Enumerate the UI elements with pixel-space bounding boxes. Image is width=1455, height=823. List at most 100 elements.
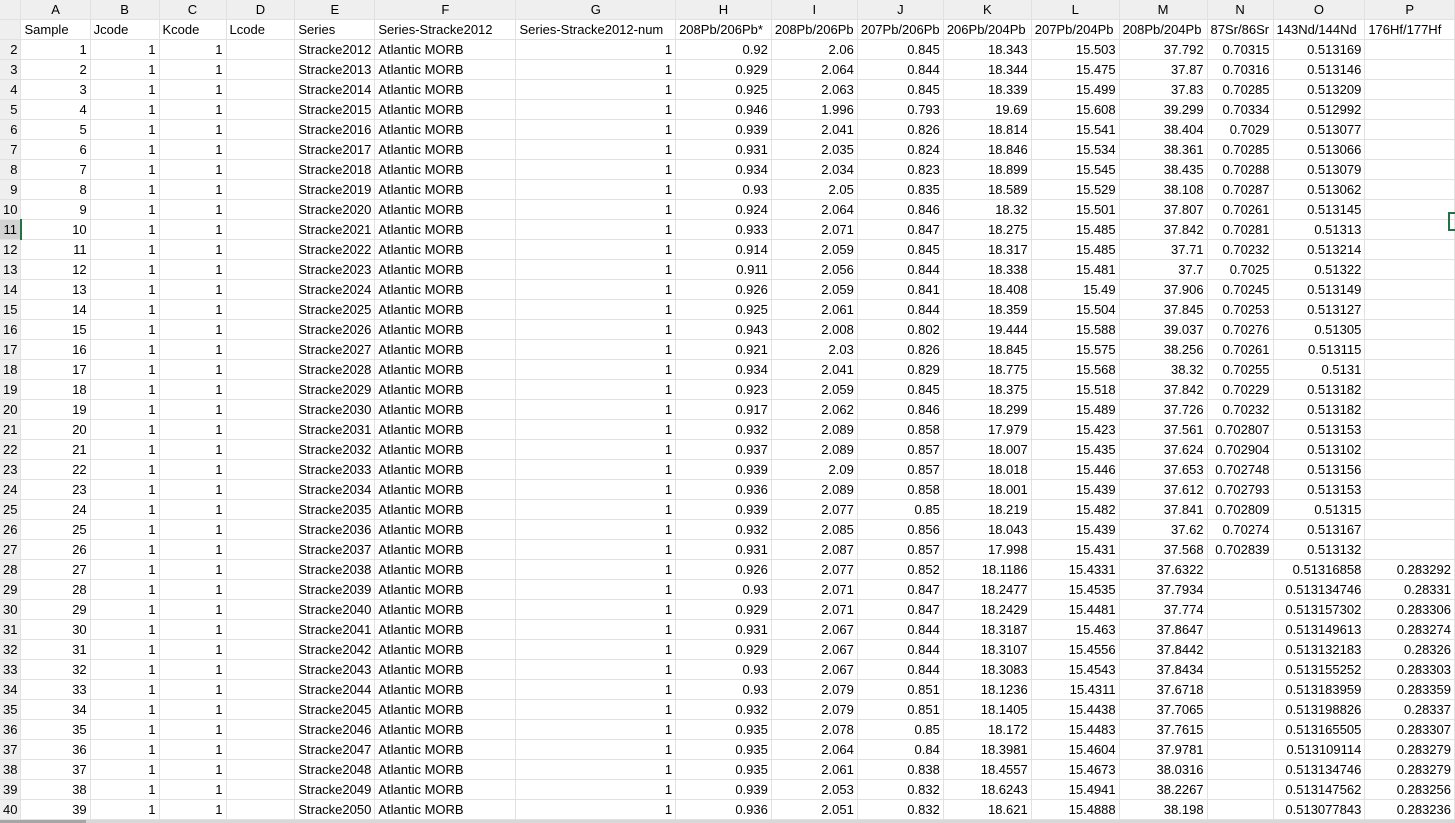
cell[interactable]: 18.3107 [943,639,1032,660]
cell[interactable]: 0.929 [675,59,772,80]
cell[interactable]: 15.4331 [1031,559,1120,580]
cell[interactable]: 37.7934 [1119,579,1208,600]
column-header-e[interactable]: E [294,0,376,20]
cell[interactable]: 1 [90,679,160,700]
cell[interactable]: 0.921 [675,339,772,360]
cell[interactable]: 0.513165505 [1273,719,1366,740]
cell[interactable]: 15.504 [1031,299,1120,320]
cell[interactable]: 1 [159,719,227,740]
row-number[interactable]: 34 [0,679,22,700]
cell[interactable]: 1 [515,519,677,540]
cell[interactable] [226,99,296,120]
cell[interactable]: 1 [159,799,227,820]
cell[interactable]: 15.4941 [1031,779,1120,800]
cell[interactable]: 2.059 [771,239,858,260]
cell[interactable] [226,79,296,100]
cell[interactable] [1364,419,1455,440]
cell[interactable]: 37.8434 [1119,659,1208,680]
cell[interactable]: 1 [515,339,677,360]
cell[interactable]: 0.513157302 [1273,599,1366,620]
cell[interactable]: 18.1186 [943,559,1032,580]
cell[interactable]: 2 [20,59,91,80]
cell[interactable]: 1 [515,639,677,660]
cell[interactable]: 1 [515,379,677,400]
cell[interactable]: 0.28331 [1364,579,1455,600]
cell[interactable]: 0.513109114 [1273,739,1366,760]
cell[interactable]: 2.041 [771,359,858,380]
cell[interactable]: 15.501 [1031,199,1120,220]
cell[interactable]: 0.933 [675,219,772,240]
cell[interactable]: 15.568 [1031,359,1120,380]
cell[interactable]: Atlantic MORB [374,159,517,180]
cell[interactable]: 0.283359 [1364,679,1455,700]
cell[interactable]: 37.845 [1119,299,1208,320]
cell[interactable]: 1 [515,459,677,480]
cell[interactable]: Stracke2033 [294,459,376,480]
cell[interactable]: 0.51316858 [1273,559,1366,580]
cell[interactable]: 1 [90,239,160,260]
cell[interactable]: 0.513153 [1273,479,1366,500]
cell[interactable]: 0.702904 [1207,439,1274,460]
cell[interactable]: 0.914 [675,239,772,260]
cell[interactable]: 15.4543 [1031,659,1120,680]
cell[interactable]: 2.085 [771,519,858,540]
cell[interactable]: 1 [159,539,227,560]
cell[interactable]: 1 [515,39,677,60]
row-number[interactable]: 31 [0,619,22,640]
cell[interactable]: 17.998 [943,539,1032,560]
cell[interactable]: 0.939 [675,779,772,800]
cell[interactable]: 17.979 [943,419,1032,440]
cell[interactable]: 1 [90,539,160,560]
row-number[interactable]: 17 [0,339,22,360]
cell[interactable]: 37.9781 [1119,739,1208,760]
cell[interactable] [1364,219,1455,240]
cell[interactable]: 37.62 [1119,519,1208,540]
column-header-m[interactable]: M [1119,0,1208,20]
cell[interactable]: 2.059 [771,279,858,300]
cell[interactable]: 1 [90,199,160,220]
cell[interactable]: 0.85 [857,499,944,520]
cell[interactable]: 0.826 [857,119,944,140]
row-number[interactable]: 16 [0,319,22,340]
cell[interactable]: 1 [159,259,227,280]
cell[interactable]: 2.078 [771,719,858,740]
cell[interactable] [226,619,296,640]
header-cell[interactable]: 206Pb/204Pb [943,19,1032,40]
cell[interactable]: 1 [159,219,227,240]
cell[interactable]: 1 [159,399,227,420]
cell[interactable]: 0.513156 [1273,459,1366,480]
cell[interactable]: 0.846 [857,399,944,420]
cell[interactable]: 1 [159,419,227,440]
cell[interactable]: Stracke2016 [294,119,376,140]
cell[interactable]: 1 [90,59,160,80]
header-cell[interactable]: 207Pb/206Pb [857,19,944,40]
cell[interactable]: Stracke2015 [294,99,376,120]
cell[interactable]: 0.802 [857,319,944,340]
cell[interactable]: 18.4557 [943,759,1032,780]
cell[interactable]: 1 [159,359,227,380]
cell[interactable]: 18.299 [943,399,1032,420]
cell[interactable] [226,679,296,700]
cell[interactable]: 0.826 [857,339,944,360]
cell[interactable]: 33 [20,679,91,700]
cell[interactable]: 37.7065 [1119,699,1208,720]
cell[interactable]: 15.481 [1031,259,1120,280]
cell[interactable]: Atlantic MORB [374,439,517,460]
cell[interactable]: 1 [515,159,677,180]
cell[interactable]: 1 [159,159,227,180]
cell[interactable]: 18.344 [943,59,1032,80]
row-number[interactable]: 21 [0,419,22,440]
cell[interactable]: 0.925 [675,79,772,100]
cell[interactable]: Atlantic MORB [374,79,517,100]
cell[interactable]: 37.6322 [1119,559,1208,580]
cell[interactable] [1364,359,1455,380]
cell[interactable]: 38.256 [1119,339,1208,360]
cell[interactable]: 0.939 [675,499,772,520]
cell[interactable]: 1 [515,59,677,80]
cell[interactable]: 34 [20,699,91,720]
cell[interactable]: 0.513132 [1273,539,1366,560]
cell[interactable] [1364,519,1455,540]
cell[interactable]: 0.857 [857,459,944,480]
cell[interactable]: 0.943 [675,319,772,340]
cell[interactable]: 0.917 [675,399,772,420]
